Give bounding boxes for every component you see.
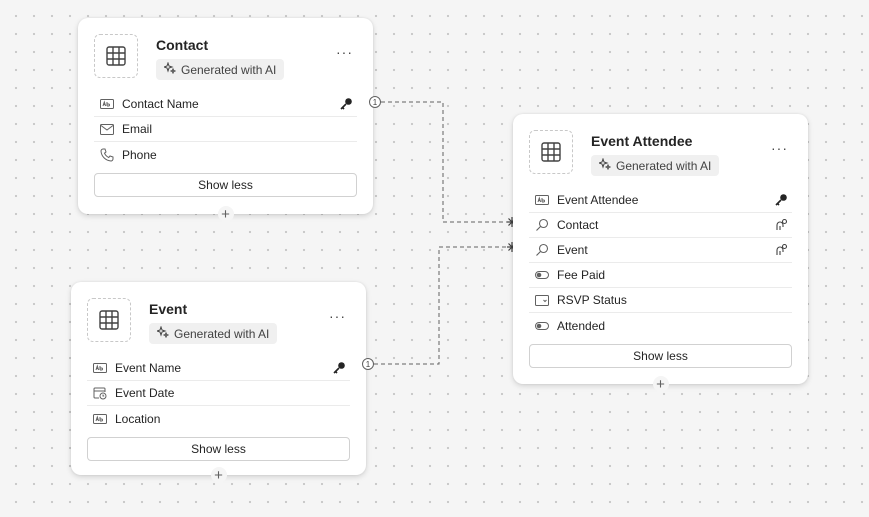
plus-icon: + (214, 466, 223, 484)
text-field-icon (93, 412, 107, 426)
show-less-button[interactable]: Show less (94, 173, 357, 197)
sparkle-icon (155, 325, 170, 341)
key-icon (332, 361, 346, 375)
table-icon (529, 130, 573, 174)
add-field-button[interactable]: + (217, 205, 234, 223)
field-row[interactable]: Email (94, 117, 357, 142)
field-row[interactable]: Event Attendee (529, 188, 792, 213)
field-name: Event (557, 243, 588, 257)
plus-icon: + (221, 205, 230, 223)
table-icon (94, 34, 138, 78)
table-title: Contact (156, 37, 209, 53)
generated-with-ai-badge: Generated with AI (149, 323, 278, 344)
email-icon (100, 122, 114, 136)
table-icon (87, 298, 131, 342)
ai-badge-label: Generated with AI (181, 62, 277, 77)
lookup-icon (535, 243, 549, 257)
text-field-icon (535, 193, 549, 207)
table-card-event-attendee[interactable]: Event Attendee Generated with AI ··· Eve… (513, 114, 808, 392)
generated-with-ai-badge: Generated with AI (591, 155, 720, 176)
lookup-icon (535, 218, 549, 232)
text-field-icon (93, 361, 107, 375)
text-field-icon (100, 97, 114, 111)
key-icon (774, 193, 788, 207)
calendar-clock-icon (93, 386, 107, 400)
generated-with-ai-badge: Generated with AI (156, 59, 285, 80)
field-row[interactable]: Contact Name (94, 92, 357, 117)
field-name: Phone (122, 147, 157, 162)
field-name: Fee Paid (557, 268, 606, 282)
field-row[interactable]: Event Name (87, 356, 350, 381)
field-name: Event Date (115, 386, 175, 400)
field-name: RSVP Status (557, 293, 627, 307)
field-name: Event Name (115, 361, 182, 375)
field-row[interactable]: Contact (529, 213, 792, 238)
more-options-button[interactable]: ··· (336, 44, 353, 60)
table-card-contact[interactable]: Contact Generated with AI ··· Contact Na… (78, 18, 373, 222)
field-row[interactable]: Fee Paid (529, 263, 792, 288)
field-row[interactable]: RSVP Status (529, 288, 792, 313)
plus-icon: + (656, 375, 665, 393)
table-title: Event (149, 301, 188, 317)
contact-relationship-line (381, 101, 508, 223)
add-field-button[interactable]: + (652, 375, 669, 393)
field-name: Attended (557, 318, 606, 333)
one-cardinality-marker: 1 (362, 358, 374, 370)
field-name: Email (122, 122, 153, 136)
field-name: Contact Name (122, 97, 199, 111)
relationship-icon (774, 243, 788, 257)
choice-icon (535, 293, 549, 307)
field-row[interactable]: Location (87, 406, 350, 431)
more-options-button[interactable]: ··· (329, 308, 346, 324)
show-less-button[interactable]: Show less (529, 344, 792, 368)
ai-badge-label: Generated with AI (616, 158, 712, 173)
show-less-button[interactable]: Show less (87, 437, 350, 461)
table-title: Event Attendee (591, 133, 693, 149)
toggle-icon (535, 268, 549, 282)
toggle-icon (535, 319, 549, 333)
table-card-event[interactable]: Event Generated with AI ··· Event Name E… (71, 282, 366, 483)
sparkle-icon (597, 157, 612, 173)
event-relationship-line (374, 246, 508, 365)
field-row[interactable]: Attended (529, 313, 792, 338)
field-name: Event Attendee (557, 193, 639, 207)
relationship-icon (774, 218, 788, 232)
field-row[interactable]: Event Date (87, 381, 350, 406)
ai-badge-label: Generated with AI (174, 326, 270, 341)
key-icon (339, 97, 353, 111)
more-options-button[interactable]: ··· (771, 140, 788, 156)
field-row[interactable]: Phone (94, 142, 357, 167)
field-name: Location (115, 411, 161, 426)
field-row[interactable]: Event (529, 238, 792, 263)
field-name: Contact (557, 218, 599, 232)
phone-icon (100, 148, 114, 162)
one-cardinality-marker: 1 (369, 96, 381, 108)
add-field-button[interactable]: + (210, 466, 227, 484)
sparkle-icon (162, 61, 177, 77)
